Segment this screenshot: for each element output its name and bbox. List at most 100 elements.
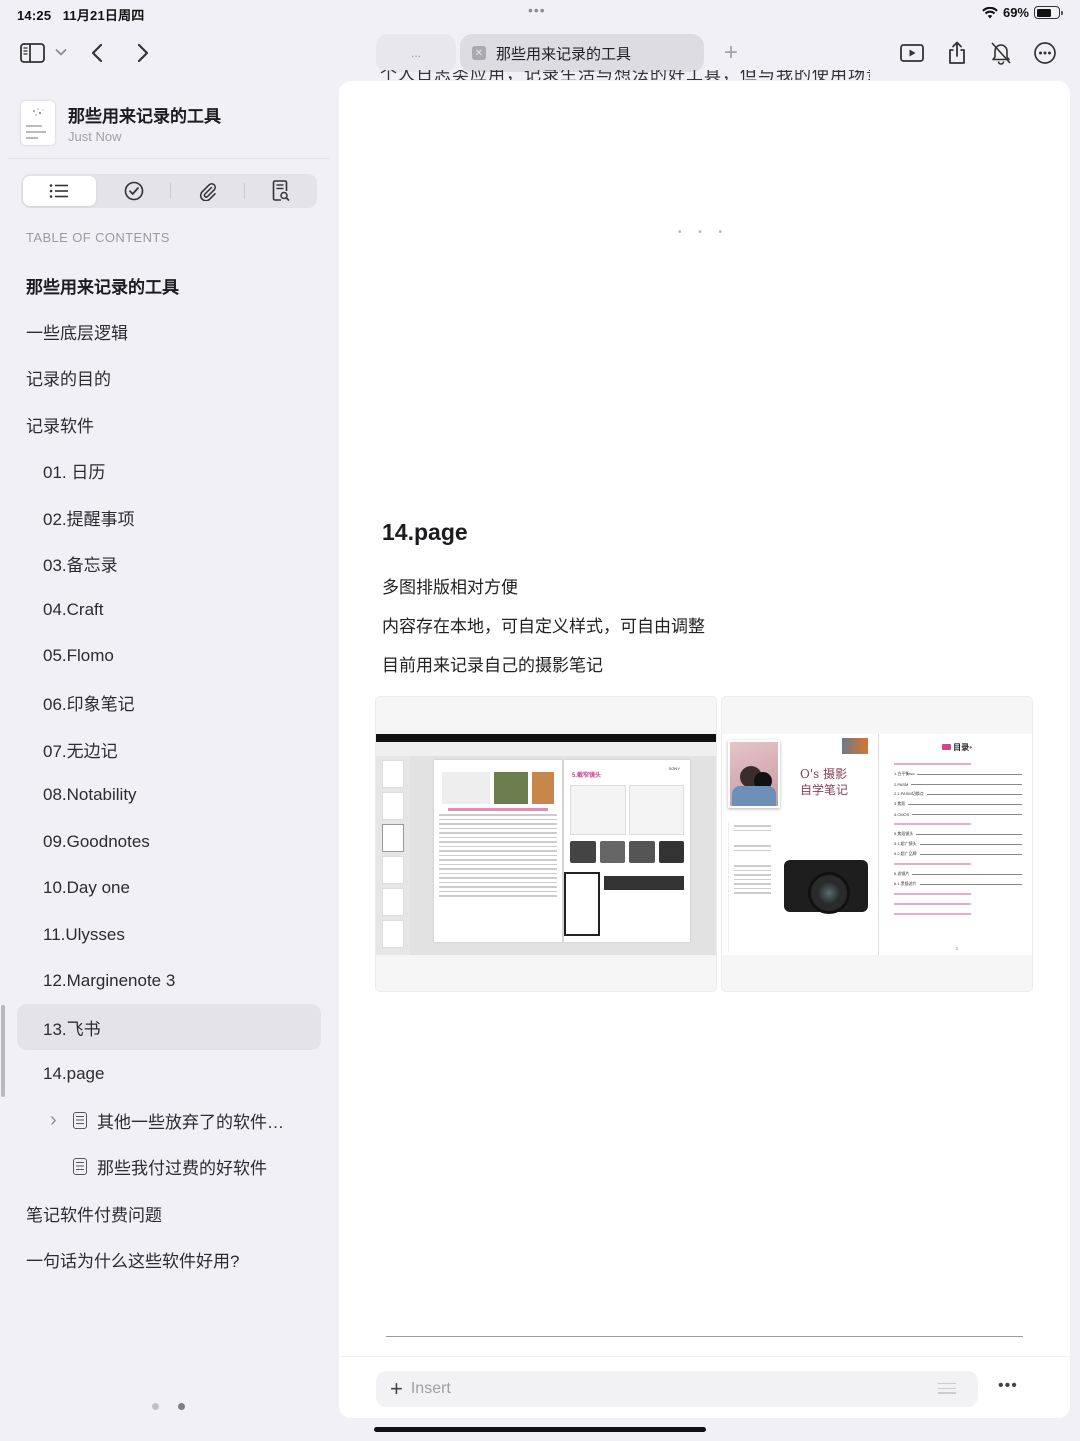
checkmark-circle-icon (124, 181, 144, 201)
back-button[interactable] (88, 40, 106, 66)
page-dot-current[interactable] (178, 1403, 185, 1410)
status-indicators: 69% (982, 5, 1063, 20)
toc-item-label: 那些我付过费的好软件 (97, 1159, 267, 1179)
notebook-toc-line: 5.1.超广镜头 (894, 839, 1022, 849)
mockup-page-left (434, 760, 562, 942)
notebook-toc-line (894, 859, 1022, 869)
loading-indicator: • • • (678, 227, 730, 238)
more-options-button[interactable] (1032, 40, 1058, 66)
toc-item[interactable]: 那些用来记录的工具 (17, 262, 321, 308)
mockup-thumbnails (376, 756, 410, 955)
active-tab-label: 那些用来记录的工具 (496, 45, 632, 63)
tab-collapsed[interactable]: ... (376, 34, 456, 72)
toc-item[interactable]: 记录软件 (17, 401, 321, 447)
toc-item-label: 09.Goodnotes (43, 831, 150, 851)
toc-item[interactable]: 12.Marginenote 3 (17, 958, 321, 1004)
present-button[interactable] (899, 40, 925, 66)
page-indicator[interactable] (152, 1403, 185, 1410)
paragraph[interactable]: 目前用来记录自己的摄影笔记 (382, 651, 603, 676)
notebook-toc-line (894, 899, 1022, 909)
toc-item[interactable]: 02.提醒事项 (17, 494, 321, 540)
toc-item[interactable]: 09.Goodnotes (17, 819, 321, 865)
toc-item[interactable]: 14.page (17, 1051, 321, 1097)
toc-item-label: 06.印象笔记 (43, 695, 135, 715)
sidebar-menu-button[interactable] (54, 44, 68, 60)
toc-item[interactable]: 11.Ulysses (17, 912, 321, 958)
notebook-toc-line (894, 819, 1022, 829)
cover-title-line1: O's 摄影 (800, 767, 848, 781)
segment-attachments[interactable] (171, 176, 244, 206)
paragraph[interactable]: 内容存在本地，可自定义样式，可自由调整 (382, 612, 705, 637)
document-canvas[interactable]: • • • 14.page 多图排版相对方便 内容存在本地，可自定义样式，可自由… (339, 81, 1070, 1418)
toc-item[interactable]: 05.Flomo (17, 633, 321, 679)
toc-item[interactable]: 那些我付过费的好软件 (17, 1144, 321, 1190)
multitask-dots[interactable]: ••• (528, 2, 546, 18)
image-notebook-cover[interactable]: O's 摄影 自学笔记 目录• 1.白平衡iso 2.PASM 2.1.PASM切换… (721, 696, 1033, 992)
toc-item-label: 11.Ulysses (43, 924, 125, 944)
mockup-page-right: 5.截窄镜头 SONY (564, 760, 690, 942)
notebook-toc-entry: 5.焦段镜头 (894, 831, 914, 836)
toc-item[interactable]: 记录的目的 (17, 355, 321, 401)
more-actions-button[interactable]: ••• (998, 1377, 1018, 1395)
document-modified: Just Now (68, 129, 122, 144)
insert-field[interactable]: + Insert (376, 1371, 978, 1407)
page-dot[interactable] (152, 1403, 159, 1410)
chevron-down-icon (55, 48, 67, 56)
notebook-toc-entry: 4.CMOS (894, 811, 910, 817)
segment-toc[interactable] (23, 176, 96, 206)
chevron-right-icon[interactable]: › (50, 1109, 57, 1132)
new-tab-button[interactable]: + (720, 39, 742, 66)
toc-item-label: 笔记软件付费问题 (26, 1205, 162, 1225)
document-thumbnail[interactable] (21, 101, 55, 145)
document-title: 那些用来记录的工具 (68, 107, 221, 126)
toc-item-label: 03.备忘录 (43, 555, 118, 575)
toc-item[interactable]: › 其他一些放弃了的软件… (17, 1097, 321, 1143)
tab-active[interactable]: ✕ 那些用来记录的工具 (460, 34, 704, 72)
notebook-toc-line: 6.1.黑镜滤片 (894, 879, 1022, 889)
portrait-photo (728, 740, 780, 808)
notifications-button[interactable] (988, 40, 1014, 66)
toc-item-label: 08.Notability (43, 785, 137, 805)
battery-level (1036, 8, 1051, 17)
notebook-toc-entry: 6.滤镜片 (894, 871, 910, 876)
segment-search[interactable] (245, 176, 318, 206)
notebook-toc-line: 6.滤镜片 (894, 869, 1022, 879)
section-heading[interactable]: 14.page (382, 519, 468, 546)
notebook-toc-entry: 3.焦距 (894, 801, 906, 806)
more-icon (1034, 42, 1056, 64)
toc-item[interactable]: 04.Craft (17, 587, 321, 633)
toc-item[interactable]: 笔记软件付费问题 (17, 1190, 321, 1236)
toc-item[interactable]: 03.备忘录 (17, 540, 321, 586)
notebook-toc-line: 4.CMOS (894, 809, 1022, 819)
page-icon (73, 1158, 87, 1176)
home-indicator[interactable] (374, 1427, 706, 1432)
page-icon (73, 1111, 87, 1129)
pages-app-mockup: 5.截窄镜头 SONY (376, 734, 716, 955)
sidebar-toggle-button[interactable] (20, 42, 46, 64)
forward-icon (137, 43, 149, 63)
toc-item[interactable]: 01. 日历 (17, 448, 321, 494)
notebook-toc-line (894, 889, 1022, 899)
share-button[interactable] (944, 40, 970, 66)
toc-item-label: 01. 日历 (43, 463, 106, 483)
drag-handle-icon[interactable] (938, 1383, 956, 1394)
segment-tasks[interactable] (98, 176, 171, 206)
toc-item[interactable]: 08.Notability (17, 772, 321, 818)
close-tab-icon[interactable]: ✕ (472, 46, 486, 60)
toc-item[interactable]: 07.无边记 (17, 726, 321, 772)
toc-item[interactable]: 一些底层逻辑 (17, 308, 321, 354)
paragraph[interactable]: 多图排版相对方便 (382, 573, 518, 598)
collapsed-tab-label: ... (410, 46, 421, 60)
notebook-toc-entry: 1.白平衡iso (894, 771, 915, 776)
sidebar-scrollbar[interactable] (1, 1005, 5, 1097)
back-icon (91, 43, 103, 63)
image-pages-screenshot[interactable]: 5.截窄镜头 SONY (375, 696, 717, 992)
present-icon (900, 44, 924, 62)
toc-item[interactable]: 10.Day one (17, 865, 321, 911)
toc-item[interactable]: 06.印象笔记 (17, 680, 321, 726)
bottom-toolbar: + Insert ••• (339, 1356, 1070, 1418)
forward-button[interactable] (134, 40, 152, 66)
toc-item[interactable]: 一句话为什么这些软件好用? (17, 1236, 321, 1282)
mockup-chapter-title: 5.截窄镜头 (572, 773, 602, 779)
toc-item[interactable]: 13.飞书 (17, 1004, 321, 1051)
